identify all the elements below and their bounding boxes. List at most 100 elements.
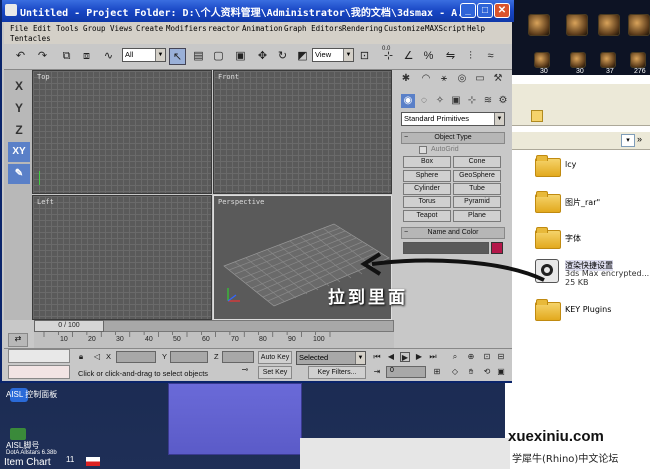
key-mode-icon[interactable]: ⇥ [372, 367, 382, 377]
lights-icon[interactable]: ✧ [433, 94, 447, 108]
track-bar-toggle-icon[interactable]: ⇄ [8, 333, 28, 347]
helpers-icon[interactable]: ⊹ [465, 94, 479, 108]
zoom-extents-icon[interactable]: ⊡ [482, 352, 492, 362]
bind-space-warp-icon[interactable]: ∿ [100, 48, 117, 65]
selection-lock-icon[interactable]: ◁ [92, 352, 102, 362]
address-dropdown-icon[interactable]: ▾ [621, 134, 635, 147]
menu-views[interactable]: Views [110, 24, 133, 33]
rotate-icon[interactable]: ↻ [274, 48, 291, 65]
go-to-start-icon[interactable]: ⏮ [372, 352, 382, 362]
folder-icon[interactable] [535, 227, 561, 249]
arc-rotate-icon[interactable]: ⟲ [482, 367, 492, 377]
item-icon[interactable] [570, 52, 586, 68]
object-type-rollout[interactable]: − Object Type [401, 132, 505, 144]
angle-snap-icon[interactable]: ∠ [400, 48, 417, 65]
move-icon[interactable]: ✥ [254, 48, 271, 65]
spacewarps-icon[interactable]: ≋ [481, 94, 495, 108]
time-slider-thumb[interactable]: 0 / 100 [34, 320, 104, 332]
window-crossing-icon[interactable]: ▣ [232, 48, 249, 65]
shapes-icon[interactable]: ◌ [417, 94, 431, 108]
geometry-icon[interactable]: ◉ [401, 94, 415, 108]
viewport-left[interactable]: Left [32, 195, 212, 320]
menu-file[interactable]: File [10, 24, 28, 33]
motion-tab-icon[interactable]: ◎ [455, 72, 469, 86]
zoom-all-icon[interactable]: ⊕ [466, 352, 476, 362]
item-icon[interactable] [630, 52, 646, 68]
create-tab-icon[interactable]: ✱ [399, 72, 413, 86]
cylinder-button[interactable]: Cylinder [403, 183, 451, 195]
key-filters-button[interactable]: Key Filters... [308, 366, 366, 379]
previous-frame-icon[interactable]: ◀ [386, 352, 396, 362]
viewport-front[interactable]: Front [213, 70, 392, 194]
hero-icon[interactable] [566, 14, 588, 36]
select-object-icon[interactable]: ↖ [169, 48, 186, 65]
item-chart-label[interactable]: Item Chart [4, 457, 51, 468]
maximize-button[interactable]: □ [477, 3, 493, 18]
hero-icon[interactable] [598, 14, 620, 36]
menu-customize[interactable]: Customize [384, 24, 425, 33]
axis-constraint-icon[interactable]: ✎ [8, 164, 30, 184]
modify-tab-icon[interactable]: ◠ [419, 72, 433, 86]
menu-rendering[interactable]: Rendering [342, 24, 383, 33]
field-of-view-icon[interactable]: ◇ [450, 367, 460, 377]
menu-tentacles[interactable]: Tentacles [10, 34, 51, 43]
y-coord-field[interactable] [170, 351, 208, 363]
category-dropdown[interactable]: Standard Primitives ▼ [401, 112, 505, 126]
curve-editor-icon[interactable]: ≈ [482, 48, 499, 65]
pivot-center-icon[interactable]: ⊡ [356, 48, 373, 65]
menu-tools[interactable]: Tools [56, 24, 79, 33]
autogrid-checkbox[interactable] [419, 146, 427, 154]
address-more[interactable]: » [637, 134, 642, 144]
folder-label[interactable]: 字体 [565, 233, 581, 244]
systems-icon[interactable]: ⚙ [496, 94, 510, 108]
torus-button[interactable]: Torus [403, 196, 451, 208]
item-icon[interactable] [534, 52, 550, 68]
select-link-icon[interactable]: ⧉ [58, 48, 75, 65]
viewport-top[interactable]: Top [32, 70, 212, 194]
next-frame-icon[interactable]: ▶ [414, 352, 424, 362]
aisl-label[interactable]: AISL 控制面板 [6, 389, 57, 400]
selection-filter-dropdown[interactable]: All ▼ [122, 48, 166, 62]
display-tab-icon[interactable]: ▭ [473, 72, 487, 86]
menu-maxscript[interactable]: MAXScript [425, 24, 466, 33]
listener-pink-field[interactable] [8, 349, 70, 363]
listener-white-field[interactable] [8, 365, 70, 379]
scale-icon[interactable]: ◩ [294, 48, 311, 65]
lock-selection-icon[interactable]: 🔒︎ [76, 352, 86, 362]
hero-icon[interactable] [628, 14, 650, 36]
axis-z-button[interactable]: Z [8, 120, 30, 140]
menu-animation[interactable]: Animation [242, 24, 283, 33]
geosphere-button[interactable]: GeoSphere [453, 170, 501, 182]
sphere-button[interactable]: Sphere [403, 170, 451, 182]
folder-icon[interactable] [535, 155, 561, 177]
folder-label[interactable]: 图片_rar" [565, 197, 600, 208]
folder-icon[interactable] [535, 299, 561, 321]
folder-up-icon[interactable] [531, 110, 543, 122]
teapot-button[interactable]: Teapot [403, 210, 451, 222]
region-select-icon[interactable]: ▢ [210, 48, 227, 65]
key-icon[interactable]: ⊸ [238, 365, 252, 375]
minimize-button[interactable]: _ [460, 3, 476, 18]
hierarchy-tab-icon[interactable]: ⚹ [437, 72, 451, 86]
pan-icon[interactable]: ✋︎ [466, 367, 476, 377]
menu-create[interactable]: Create [136, 24, 163, 33]
cameras-icon[interactable]: ▣ [449, 94, 463, 108]
axis-x-button[interactable]: X [8, 76, 30, 96]
redo-icon[interactable]: ↷ [34, 48, 51, 65]
utilities-tab-icon[interactable]: ⚒ [491, 72, 505, 86]
cone-button[interactable]: Cone [453, 156, 501, 168]
undo-icon[interactable]: ↶ [12, 48, 29, 65]
time-config-icon[interactable]: ⊞ [432, 367, 442, 377]
zoom-extents-all-icon[interactable]: ⊟ [496, 352, 506, 362]
selection-set-dropdown[interactable]: Selected ▼ [296, 351, 366, 365]
folder-label[interactable]: KEY Plugins [565, 305, 611, 314]
select-by-name-icon[interactable]: ▤ [190, 48, 207, 65]
z-coord-field[interactable] [222, 351, 254, 363]
menu-graph-editors[interactable]: Graph Editors [284, 24, 343, 33]
reference-coord-dropdown[interactable]: View ▼ [312, 48, 354, 62]
plane-button[interactable]: Plane [453, 210, 501, 222]
folder-label[interactable]: lcy [565, 160, 576, 169]
go-to-end-icon[interactable]: ⏭ [428, 352, 438, 362]
current-frame-field[interactable]: 0 [386, 366, 426, 378]
menu-reactor[interactable]: reactor [208, 24, 240, 33]
